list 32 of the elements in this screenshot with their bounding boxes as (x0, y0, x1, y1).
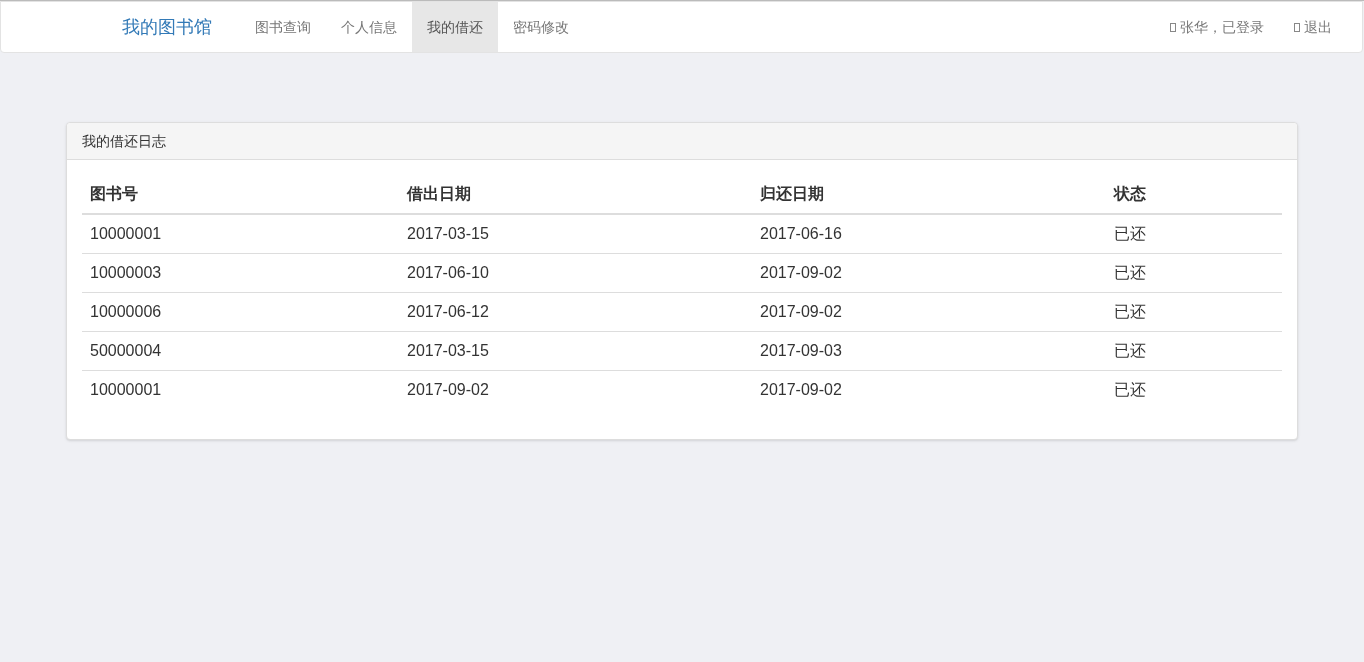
table-cell: 2017-09-02 (752, 292, 1106, 331)
table-cell: 2017-06-12 (399, 292, 752, 331)
nav-tab[interactable]: 密码修改 (498, 2, 584, 52)
table-cell: 已还 (1106, 253, 1282, 292)
logout-link[interactable]: 退出 (1279, 2, 1347, 52)
column-header: 图书号 (82, 175, 399, 214)
table-cell: 2017-09-02 (752, 253, 1106, 292)
brand-link[interactable]: 我的图书馆 (122, 2, 212, 52)
table-cell: 2017-09-02 (399, 370, 752, 409)
table-cell: 2017-03-15 (399, 214, 752, 253)
table-cell: 已还 (1106, 214, 1282, 253)
user-link[interactable]: 张华，已登录 (1155, 2, 1279, 52)
column-header: 状态 (1106, 175, 1282, 214)
table-cell: 10000001 (82, 370, 399, 409)
table-cell: 10000001 (82, 214, 399, 253)
column-header: 归还日期 (752, 175, 1106, 214)
nav-tab[interactable]: 我的借还 (412, 2, 498, 52)
table-cell: 已还 (1106, 292, 1282, 331)
column-header: 借出日期 (399, 175, 752, 214)
table-cell: 2017-03-15 (399, 331, 752, 370)
nav-tab[interactable]: 图书查询 (240, 2, 326, 52)
table-cell: 10000003 (82, 253, 399, 292)
table-cell: 已还 (1106, 370, 1282, 409)
table-cell: 2017-06-16 (752, 214, 1106, 253)
table-cell: 10000006 (82, 292, 399, 331)
table-cell: 50000004 (82, 331, 399, 370)
table-cell: 2017-09-03 (752, 331, 1106, 370)
table-cell: 已还 (1106, 331, 1282, 370)
table-cell: 2017-09-02 (752, 370, 1106, 409)
table-cell: 2017-06-10 (399, 253, 752, 292)
nav-tab[interactable]: 个人信息 (326, 2, 412, 52)
panel-heading: 我的借还日志 (67, 123, 1297, 160)
